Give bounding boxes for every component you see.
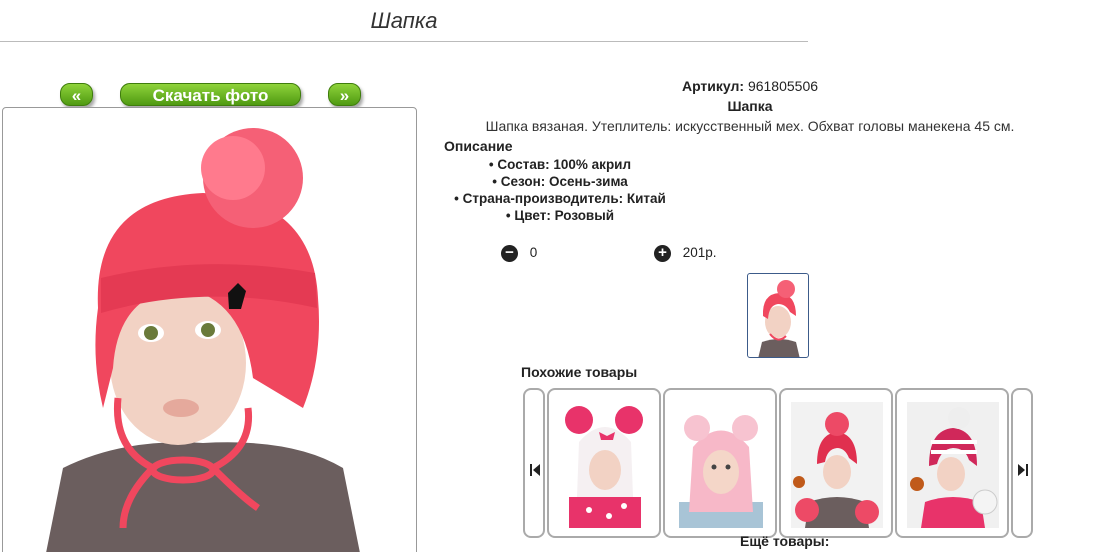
more-products-title: Ещё товары: — [740, 533, 830, 549]
photo-thumbnail[interactable] — [747, 273, 809, 358]
page-title: Шапка — [0, 8, 808, 42]
article-value: 961805506 — [747, 78, 819, 94]
product-short-description: Шапка вязаная. Утеплитель: искусственный… — [485, 118, 1015, 134]
light-pink-balaclava-icon — [679, 415, 763, 528]
plus-icon[interactable]: + — [654, 244, 671, 262]
property-item: Состав: 100% акрил — [440, 156, 680, 173]
article-line: Артикул: 961805506 — [440, 76, 1060, 96]
hat-thumbnail-icon — [758, 280, 800, 357]
quantity-value: 0 — [529, 245, 538, 260]
carousel-next-button[interactable] — [1011, 388, 1033, 538]
download-photo-button[interactable]: Скачать фото — [120, 83, 301, 106]
similar-product-card[interactable] — [547, 388, 661, 538]
main-product-photo[interactable] — [2, 107, 417, 552]
similar-product-card[interactable] — [895, 388, 1009, 538]
article-label: Артикул: — [681, 78, 745, 94]
description-heading: Описание — [444, 138, 513, 154]
similar-product-card[interactable] — [663, 388, 777, 538]
next-photo-button[interactable]: » — [328, 83, 361, 106]
price-value: 201р. — [682, 245, 717, 260]
properties-list: Состав: 100% акрил Сезон: Осень-зима Стр… — [440, 156, 680, 224]
pink-white-pompom-hat-icon — [565, 406, 643, 528]
striped-pink-hat-icon — [907, 402, 999, 528]
prev-photo-button[interactable]: « — [60, 83, 93, 106]
carousel-prev-button[interactable] — [523, 388, 545, 538]
skip-forward-icon — [1018, 464, 1028, 476]
product-name: Шапка — [727, 98, 773, 114]
property-item: Страна-производитель: Китай — [440, 190, 680, 207]
similar-product-card[interactable] — [779, 388, 893, 538]
quantity-control: − 0 — [501, 244, 537, 262]
minus-icon[interactable]: − — [501, 244, 518, 262]
skip-back-icon — [530, 464, 540, 476]
price-control: + 201р. — [654, 244, 717, 262]
property-item: Сезон: Осень-зима — [440, 173, 680, 190]
pink-knit-hat-scarf-icon — [791, 402, 883, 528]
similar-products-title: Похожие товары — [521, 364, 638, 380]
property-item: Цвет: Розовый — [440, 207, 680, 224]
product-info: Артикул: 961805506 Шапка Шапка вязаная. … — [440, 76, 1060, 224]
hat-photo-icon — [46, 128, 360, 552]
